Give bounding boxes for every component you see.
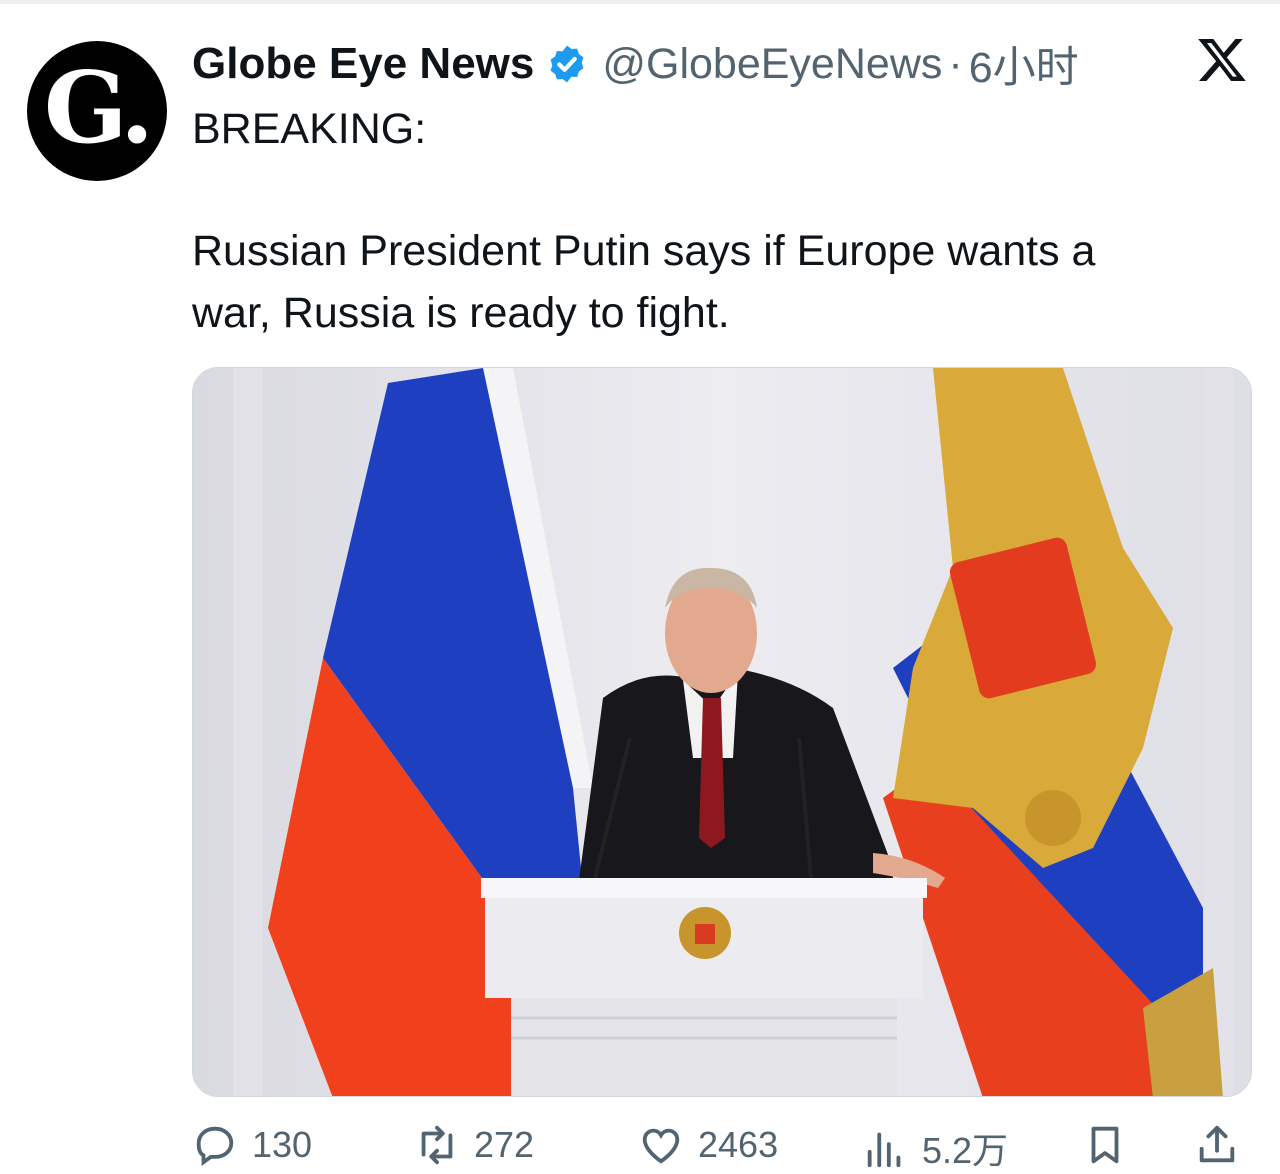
repost-icon: [421, 1125, 453, 1165]
speaker-tie: [699, 698, 725, 848]
repost-count: 272: [474, 1124, 535, 1165]
tweet-text: BREAKING: Russian President Putin says i…: [192, 98, 1212, 344]
podium-base: [511, 998, 897, 1096]
reply-count: 130: [252, 1124, 313, 1165]
gold-orb: [1025, 790, 1081, 846]
post-time[interactable]: 6小时: [969, 33, 1079, 95]
tweet-text-line: Russian President Putin says if Europe w…: [192, 227, 1096, 275]
views-icon: [867, 1132, 901, 1168]
like-count: 2463: [698, 1124, 779, 1165]
photo-scene: [193, 368, 1251, 1096]
share-button[interactable]: [1194, 1122, 1254, 1168]
share-icon: [1199, 1125, 1235, 1163]
avatar-logo-letter: G.: [43, 51, 154, 166]
tweet-header: Globe Eye News @GlobeEyeNews · 6小时: [192, 36, 1079, 92]
podium-top: [481, 878, 927, 898]
verified-badge-icon: [550, 45, 584, 83]
user-handle[interactable]: @GlobeEyeNews: [602, 40, 942, 89]
wall-pilaster: [233, 368, 263, 1096]
tweet-text-line: war, Russia is ready to fight.: [192, 289, 730, 337]
views-button[interactable]: 5.2万: [862, 1122, 1008, 1174]
separator-dot: ·: [948, 39, 963, 88]
views-count: 5.2万: [922, 1130, 1009, 1171]
bookmark-icon: [1091, 1126, 1119, 1164]
tweet-photo[interactable]: [192, 367, 1252, 1097]
like-icon: [642, 1128, 680, 1164]
top-divider: [0, 0, 1280, 4]
reply-icon: [196, 1126, 234, 1167]
podium: [481, 878, 927, 1096]
repost-button[interactable]: 272: [414, 1122, 534, 1168]
tweet-text-line: BREAKING:: [192, 105, 427, 153]
display-name[interactable]: Globe Eye News: [192, 39, 534, 89]
reply-button[interactable]: 130: [192, 1122, 312, 1168]
x-logo-icon[interactable]: [1196, 34, 1248, 86]
avatar[interactable]: G.: [27, 41, 167, 181]
tweet-actions: 130 272 2463 5.2万: [192, 1122, 1252, 1172]
like-button[interactable]: 2463: [638, 1122, 778, 1168]
bookmark-button[interactable]: [1082, 1122, 1142, 1168]
